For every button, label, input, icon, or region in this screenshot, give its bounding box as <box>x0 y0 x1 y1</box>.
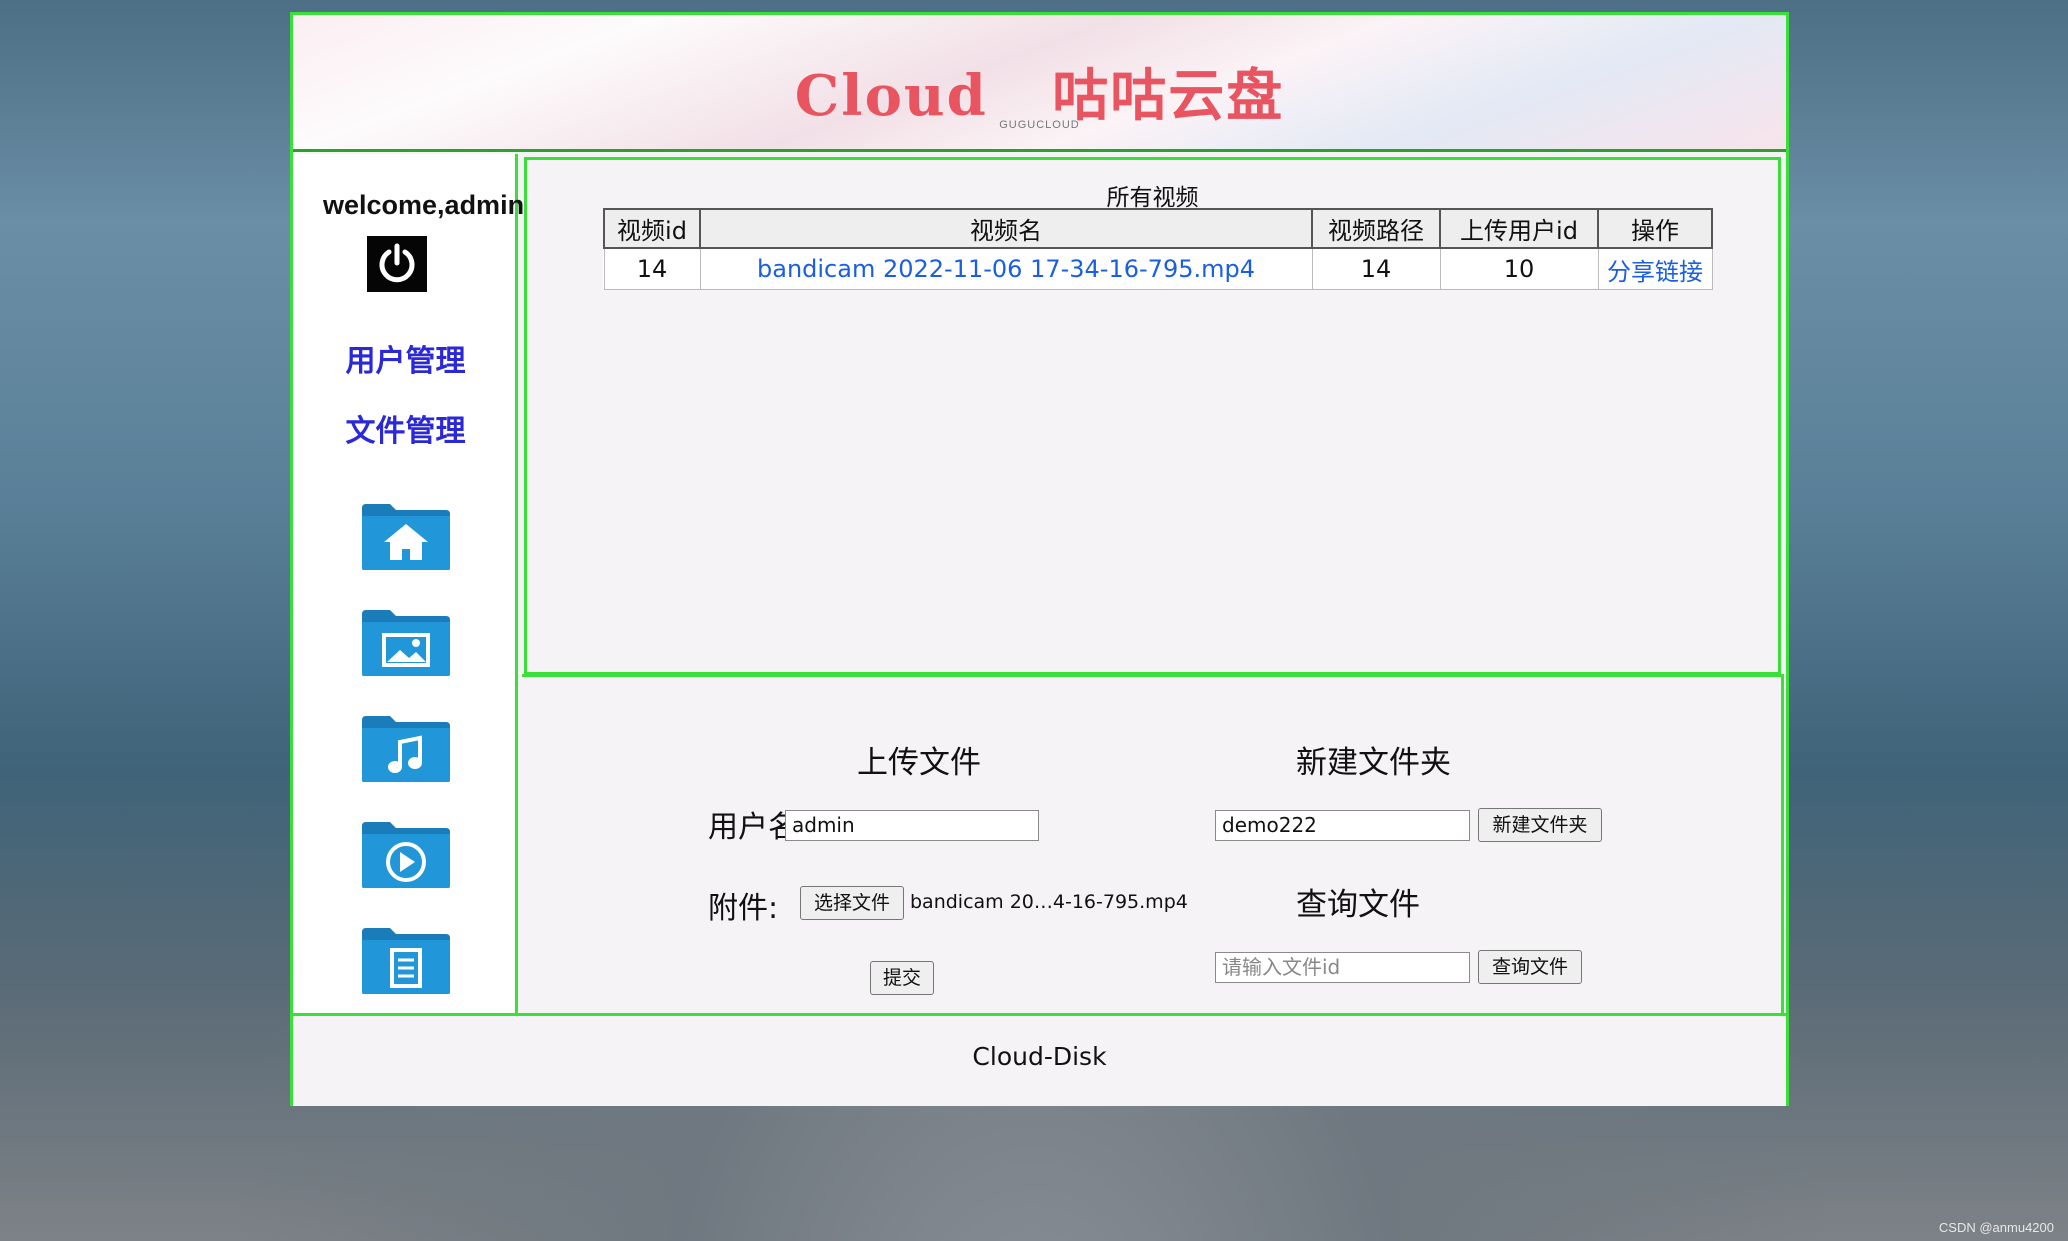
video-id-cell: 14 <box>603 247 701 290</box>
video-name-link[interactable]: bandicam 2022-11-06 17-34-16-795.mp4 <box>699 247 1313 290</box>
sidebar: welcome,admin! 用户管理 文件管理 <box>293 154 533 1013</box>
submit-button[interactable]: 提交 <box>870 961 934 995</box>
welcome-text: welcome,admin! <box>323 190 534 220</box>
chosen-file-name: bandicam 20…4-16-795.mp4 <box>910 891 1188 913</box>
banner: Cloud 咕咕云盘 GUGUCLOUD <box>293 15 1786 152</box>
footer: Cloud-Disk <box>293 1013 1786 1106</box>
folder-music-icon[interactable] <box>360 714 452 784</box>
choose-file-button[interactable]: 选择文件 <box>800 886 904 920</box>
column-header: 视频名 <box>699 208 1313 249</box>
banner-subtitle: GUGUCLOUD <box>999 119 1080 131</box>
query-file-heading: 查询文件 <box>1296 887 1420 923</box>
app-frame: Cloud 咕咕云盘 GUGUCLOUD welcome,admin! 用户管理… <box>290 12 1789 1106</box>
query-file-button[interactable]: 查询文件 <box>1478 950 1582 984</box>
column-header: 上传用户id <box>1439 208 1599 249</box>
username-input[interactable]: admin <box>785 810 1039 841</box>
actions-panel: 上传文件 用户名: admin 附件: 选择文件 bandicam 20…4-1… <box>522 674 1784 1016</box>
video-path-cell: 14 <box>1311 247 1441 290</box>
folder-document-icon[interactable] <box>360 926 452 996</box>
folder-image-icon[interactable] <box>360 608 452 678</box>
new-folder-heading: 新建文件夹 <box>1296 745 1451 781</box>
folder-name-input[interactable]: demo222 <box>1215 810 1470 841</box>
folder-home-icon[interactable] <box>360 502 452 572</box>
videos-panel: 所有视频 视频id 视频名 视频路径 上传用户id 操作 14 bandicam… <box>524 157 1781 675</box>
nav-user-management[interactable]: 用户管理 <box>293 336 518 380</box>
column-header: 视频id <box>603 208 701 249</box>
attachment-label: 附件: <box>708 891 779 926</box>
column-header: 视频路径 <box>1311 208 1441 249</box>
power-icon[interactable] <box>367 236 427 292</box>
file-id-input[interactable]: 请输入文件id <box>1215 952 1470 983</box>
watermark: CSDN @anmu4200 <box>1938 1220 2054 1235</box>
footer-text: Cloud-Disk <box>972 1042 1107 1071</box>
create-folder-button[interactable]: 新建文件夹 <box>1478 808 1602 842</box>
share-link[interactable]: 分享链接 <box>1597 247 1713 290</box>
folder-video-icon[interactable] <box>360 820 452 890</box>
table-header-row: 视频id 视频名 视频路径 上传用户id 操作 <box>603 208 1713 249</box>
videos-table-title: 所有视频 <box>1106 185 1199 211</box>
videos-table: 视频id 视频名 视频路径 上传用户id 操作 14 bandicam 2022… <box>603 208 1713 290</box>
upload-heading: 上传文件 <box>857 745 981 781</box>
column-header: 操作 <box>1597 208 1713 249</box>
nav-file-management[interactable]: 文件管理 <box>293 406 518 450</box>
upload-user-id-cell: 10 <box>1439 247 1599 290</box>
table-row: 14 bandicam 2022-11-06 17-34-16-795.mp4 … <box>603 247 1713 290</box>
